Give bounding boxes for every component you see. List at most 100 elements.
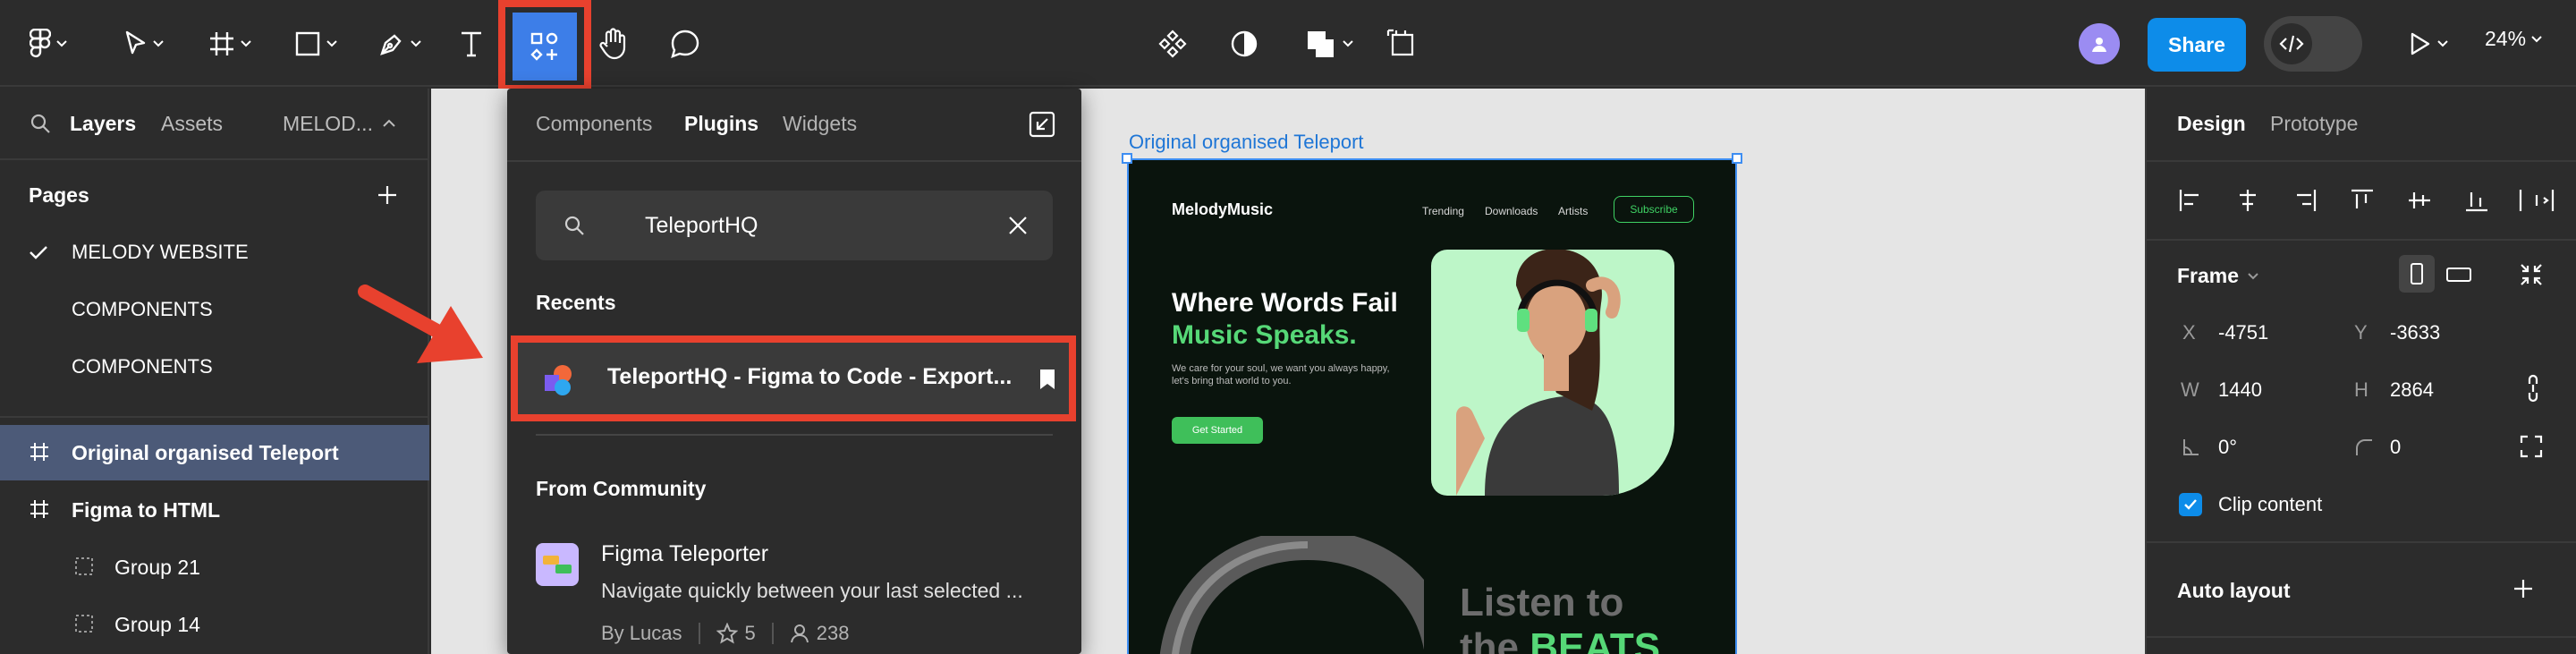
shape-tool-button[interactable]: [284, 16, 347, 72]
layer-row-figma-to-html[interactable]: Figma to HTML: [0, 482, 429, 538]
file-name[interactable]: MELOD...: [283, 112, 373, 136]
main-menu-button[interactable]: [21, 16, 75, 72]
auto-layout-title: Auto layout: [2177, 579, 2291, 602]
pen-tool-button[interactable]: [369, 16, 431, 72]
tab-prototype[interactable]: Prototype: [2270, 112, 2358, 136]
independent-corners-icon[interactable]: [2519, 434, 2544, 459]
landscape-icon[interactable]: [2445, 266, 2472, 284]
zoom-control[interactable]: 24%: [2485, 27, 2542, 51]
divider: [0, 416, 429, 418]
avatar[interactable]: [2079, 23, 2120, 64]
components-button[interactable]: [1148, 16, 1197, 72]
hand-tool-button[interactable]: [587, 16, 640, 72]
hero-paragraph: We care for your soul, we want you alway…: [1172, 363, 1390, 386]
tab-components[interactable]: Components: [536, 112, 652, 136]
dev-mode-toggle[interactable]: [2264, 16, 2362, 72]
clip-content-checkbox[interactable]: [2179, 493, 2202, 516]
hero-headline: Where Words Fail: [1172, 288, 1398, 318]
headphones-illustration: [1159, 536, 1424, 654]
align-center-h-icon[interactable]: [2234, 187, 2261, 214]
present-button[interactable]: [2397, 16, 2460, 72]
height-input[interactable]: 2864: [2390, 378, 2434, 402]
rotation-input[interactable]: 0°: [2218, 436, 2237, 459]
open-full-panel-icon[interactable]: [1028, 110, 1056, 139]
listen-text: the: [1460, 625, 1530, 654]
chevron-down-icon: [153, 40, 164, 47]
tab-widgets[interactable]: Widgets: [783, 112, 857, 136]
divider: [2147, 239, 2576, 241]
add-auto-layout-icon[interactable]: [2512, 577, 2535, 600]
dev-mode-knob: [2271, 23, 2312, 64]
boolean-ops-button[interactable]: [1295, 16, 1363, 72]
portrait-orientation-button[interactable]: [2399, 255, 2435, 293]
search-icon: [564, 216, 584, 235]
site-logo: MelodyMusic: [1172, 200, 1274, 218]
constrain-proportions-icon[interactable]: [2526, 373, 2540, 403]
recent-plugin-teleporthq[interactable]: TeleportHQ - Figma to Code - Export...: [511, 335, 1076, 421]
frame-type-dropdown[interactable]: Frame: [2177, 264, 2258, 288]
move-tool-button[interactable]: [113, 16, 175, 72]
chevron-up-icon[interactable]: [383, 119, 395, 127]
page-item-components[interactable]: COMPONENTS: [72, 298, 213, 321]
crop-button[interactable]: [1377, 16, 1426, 72]
page-item-components-2[interactable]: COMPONENTS: [72, 355, 213, 378]
check-icon: [30, 246, 47, 259]
align-top-icon[interactable]: [2349, 187, 2376, 214]
tab-plugins[interactable]: Plugins: [684, 112, 758, 136]
divider: [2147, 541, 2576, 543]
search-icon[interactable]: [29, 112, 52, 135]
corner-radius-input[interactable]: 0: [2390, 436, 2401, 459]
chevron-down-icon: [241, 40, 251, 47]
code-icon: [2279, 35, 2304, 53]
teleporter-graphic-icon: [543, 556, 572, 573]
page-item-melody-website[interactable]: MELODY WEBSITE: [72, 241, 249, 264]
chevron-down-icon: [411, 40, 421, 47]
x-input[interactable]: -4751: [2218, 321, 2268, 344]
resize-to-fit-icon[interactable]: [2519, 262, 2544, 287]
listen-headline: Listen to: [1460, 581, 1624, 624]
resize-handle[interactable]: [1732, 153, 1742, 164]
frame-label[interactable]: Original organised Teleport: [1129, 131, 1364, 154]
layer-row-original-teleport[interactable]: Original organised Teleport: [0, 425, 429, 480]
tab-design[interactable]: Design: [2177, 112, 2246, 136]
chevron-down-icon: [2248, 272, 2258, 279]
align-bottom-icon[interactable]: [2463, 187, 2490, 214]
text-tool-button[interactable]: [447, 16, 496, 72]
frame-icon: [210, 32, 233, 55]
chevron-down-icon: [2437, 40, 2448, 47]
play-icon: [2411, 32, 2430, 55]
tab-layers[interactable]: Layers: [70, 112, 136, 136]
hand-icon: [599, 28, 626, 60]
layer-label: Group 21: [114, 556, 200, 579]
chevron-down-icon: [1343, 40, 1353, 47]
distribute-icon[interactable]: [2517, 187, 2556, 214]
share-button[interactable]: Share: [2148, 18, 2246, 72]
y-input[interactable]: -3633: [2390, 321, 2440, 344]
divider: [2147, 636, 2576, 638]
comment-icon: [671, 30, 699, 58]
comment-tool-button[interactable]: [658, 16, 712, 72]
right-panel: Design Prototype Frame X -4751 Y -3633 W…: [2145, 89, 2576, 654]
clear-search-icon[interactable]: [1008, 216, 1028, 235]
popover-tabs: Components Plugins Widgets: [507, 89, 1081, 162]
bookmark-icon[interactable]: [1038, 368, 1056, 391]
recent-plugin-label: TeleportHQ - Figma to Code - Export...: [607, 364, 1013, 389]
layer-row-group-14[interactable]: Group 14: [0, 597, 429, 652]
align-right-icon[interactable]: [2292, 187, 2318, 214]
resize-handle[interactable]: [1122, 153, 1132, 164]
tab-assets[interactable]: Assets: [161, 112, 223, 136]
align-center-v-icon[interactable]: [2406, 187, 2433, 214]
frame-tool-button[interactable]: [199, 16, 261, 72]
website-frame[interactable]: MelodyMusic Trending Downloads Artists S…: [1127, 158, 1737, 654]
width-input[interactable]: 1440: [2218, 378, 2262, 402]
align-left-icon[interactable]: [2177, 187, 2204, 214]
highlight-box: [498, 0, 591, 92]
mask-button[interactable]: [1220, 16, 1268, 72]
corner-radius-icon: [2356, 439, 2372, 455]
plugin-users: 238: [816, 622, 850, 644]
add-page-icon[interactable]: [376, 183, 399, 207]
clip-content-label: Clip content: [2218, 493, 2323, 515]
plugin-search-input[interactable]: TeleportHQ: [536, 191, 1053, 260]
layer-row-group-21[interactable]: Group 21: [0, 539, 429, 595]
community-plugin-title: Figma Teleporter: [601, 541, 769, 566]
